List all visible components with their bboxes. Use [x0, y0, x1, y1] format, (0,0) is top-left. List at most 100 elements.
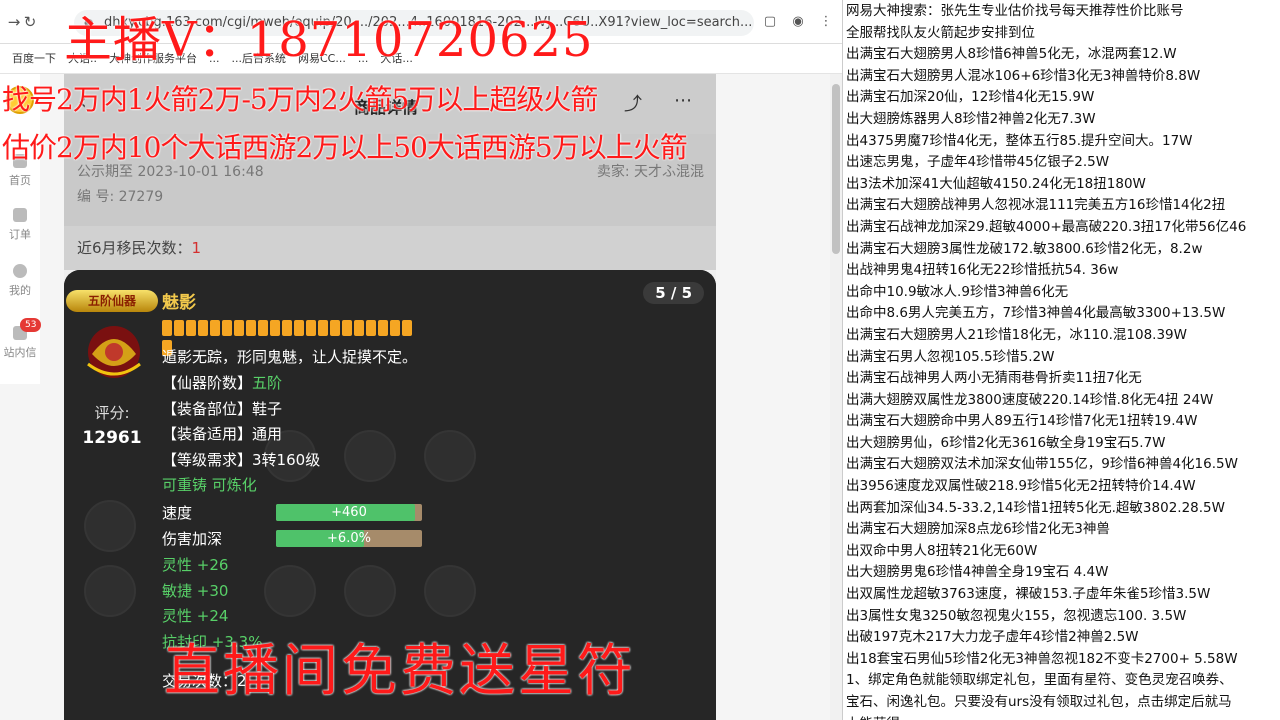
attribute-line: 【装备部位】鞋子: [162, 398, 282, 419]
attribute-key: 【装备适用】: [162, 425, 253, 443]
star-icon: [282, 320, 292, 336]
star-icon: [174, 320, 184, 336]
note-line: 出满宝石大翅膀双法术加深女仙带155亿，9珍惜6神兽4化16.5W: [846, 456, 1238, 473]
overlay-find-account: 找号2万内1火箭2万-5万内2火箭5万以上超级火箭: [2, 83, 598, 116]
attribute-value: 鞋子: [252, 399, 283, 418]
fairy-tier-badge: 五阶仙器: [66, 290, 158, 312]
nav-messages-label: 站内信: [3, 346, 37, 359]
page-indicator: 5 / 5: [643, 282, 704, 304]
star-rating: [162, 320, 422, 356]
nav-orders[interactable]: 订单: [0, 208, 40, 242]
note-line: 出18套宝石男仙5珍惜2化无3神兽忽视182不变卡2700+ 5.58W: [846, 650, 1238, 667]
attribute-key: 【仙器阶数】: [162, 374, 253, 392]
note-line: 出满宝石男人忽视105.5珍惜5.2W: [846, 348, 1055, 365]
attribute-value: 通用: [252, 425, 283, 443]
bonus-attribute: 敏捷 +30: [162, 581, 229, 600]
star-icon: [318, 320, 328, 336]
equip-slot: [84, 565, 136, 617]
item-description: 遁影无踪，形同鬼魅，让人捉摸不定。: [162, 348, 418, 366]
star-icon: [198, 320, 208, 336]
attribute-key: 【等级需求】: [162, 450, 253, 469]
recast-text: 可重铸 可炼化: [162, 476, 257, 494]
stat-label: 速度: [162, 504, 193, 522]
overlay-valuation: 估价2万内10个大话西游2万以上50大话西游5万以上火箭: [2, 131, 688, 164]
score-label: 评分:: [94, 404, 130, 422]
star-icon: [366, 320, 376, 336]
reload-icon[interactable]: ↻: [22, 14, 38, 30]
equip-slot: [344, 565, 396, 617]
note-line: 出满宝石大翅膀命中男人89五行14珍惜7化无1扭转19.4W: [846, 413, 1198, 430]
notes-panel: 网易大神搜索：张先生专业估价找号每天推荐性价比账号 全服帮找队友火箭起步安排到位出…: [842, 0, 1280, 720]
menu-icon[interactable]: ⋮: [818, 14, 834, 30]
stat-value: +460: [331, 505, 367, 520]
attribute-line: 【装备适用】通用: [162, 423, 282, 444]
note-line: 出大翅膀炼器男人8珍惜2神兽2化无7.3W: [846, 110, 1096, 127]
star-icon: [210, 320, 220, 336]
stat-bar: +6.0%: [276, 530, 422, 547]
note-line: 出4375男魔7珍惜4化无，整体五行85.提升空间大。17W: [846, 132, 1193, 149]
note-line: 宝石、闲逸礼包。只要没有urs没有领取过礼包，点击绑定后就马: [846, 694, 1232, 710]
note-line: 出3法术加深41大仙超敏4150.24化无18扭180W: [846, 175, 1146, 192]
note-line: 出满宝石战神男人两小无猜雨巷骨折卖11扭7化无: [846, 370, 1142, 387]
migration-label: 近6月移民次数：: [77, 239, 192, 257]
note-line: 出破197克木217大力龙子虚年4珍惜2神兽2.5W: [846, 629, 1139, 646]
score-value: 12961: [82, 428, 142, 448]
migration-row: 近6月移民次数：1: [64, 226, 716, 270]
equip-slot: [344, 430, 396, 482]
note-line: 出满宝石加深20仙，12珍惜4化无15.9W: [846, 89, 1095, 106]
share-icon[interactable]: ⤴: [624, 90, 642, 116]
note-line: 出两套加深仙34.5-33.2,14珍惜1扭转5化无.超敏3802.28.5W: [846, 499, 1225, 516]
note-line: 出满宝石战神龙加深29.超敏4000+最高破220.3扭17化带56亿46: [846, 218, 1247, 235]
note-line: 出双属性龙超敏3763速度，裸破153.子虚年朱雀5珍惜3.5W: [846, 586, 1211, 603]
note-line: 出双命中男人8扭转21化无60W: [846, 542, 1038, 559]
tab-search-icon[interactable]: ▢: [762, 14, 778, 30]
attribute-line: 【等级需求】3转160级: [162, 449, 320, 470]
scrollbar-thumb[interactable]: [832, 84, 840, 254]
star-icon: [342, 320, 352, 336]
star-icon: [186, 320, 196, 336]
note-line: 全服帮找队友火箭起步安排到位: [846, 24, 1035, 41]
note-line: 出满宝石大翅膀3属性龙破172.敏3800.6珍惜2化无，8.2w: [846, 240, 1203, 257]
star-icon: [258, 320, 268, 336]
star-icon: [162, 320, 172, 336]
nav-mine-label: 我的: [9, 284, 31, 297]
nav-orders-label: 订单: [9, 228, 31, 241]
product-page: ‹ 商品详情 ⤴ ⋯ 公示期至 2023-10-01 16:48 卖家: 天才ふ…: [64, 74, 716, 720]
note-line: 出满宝石大翅膀男人混冰106+6珍惜3化无3神兽特价8.8W: [846, 67, 1201, 84]
star-icon: [390, 320, 400, 336]
note-line: 网易大神搜索：张先生专业估价找号每天推荐性价比账号: [846, 3, 1184, 19]
note-line: 出满大翅膀双属性龙3800速度破220.14珍惜.8化无4扭 24W: [846, 391, 1214, 408]
note-line: 出战神男鬼4扭转16化无22珍惜抵抗54. 36w: [846, 262, 1119, 279]
shoe-item-icon: [82, 320, 146, 384]
star-icon: [306, 320, 316, 336]
note-line: 出满宝石大翅膀男人8珍惜6神兽5化无，冰混两套12.W: [846, 46, 1177, 63]
note-line: 出满宝石大翅膀男人21珍惜18化无，冰110.混108.39W: [846, 326, 1187, 343]
forward-icon[interactable]: →: [6, 14, 22, 30]
star-icon: [246, 320, 256, 336]
note-line: 出满宝石大翅膀加深8点龙6珍惜2化无3神兽: [846, 521, 1110, 538]
star-icon: [234, 320, 244, 336]
note-line: 出大翅膀男仙，6珍惜2化无3616敏全身19宝石5.7W: [846, 434, 1166, 451]
star-icon: [222, 320, 232, 336]
note-line: 出3956速度龙双属性破218.9珍惜5化无2扭转特价14.4W: [846, 478, 1196, 495]
screen: → ↻ ● dhxy.cbg.163.com/cgi/mweb/equip/20…: [0, 0, 1280, 720]
more-icon[interactable]: ⋯: [674, 90, 692, 111]
orders-icon: [13, 208, 27, 222]
notes-list: 网易大神搜索：张先生专业估价找号每天推荐性价比账号 全服帮找队友火箭起步安排到位出…: [843, 0, 1280, 720]
note-line: 1、绑定角色就能领取绑定礼包，里面有星符、变色灵宠召唤券、: [846, 672, 1233, 689]
migration-count: 1: [191, 239, 202, 257]
note-line: 出命中8.6男人完美五方，7珍惜3神兽4化最高敏3300+13.5W: [846, 305, 1226, 322]
note-line: 上能获得: [846, 714, 1280, 720]
nav-mine[interactable]: 我的: [0, 264, 40, 298]
note-line: 出命中10.9敏冰人.9珍惜3神兽6化无: [846, 283, 1069, 300]
nav-messages[interactable]: 53 站内信: [0, 318, 42, 360]
browser-window: → ↻ ● dhxy.cbg.163.com/cgi/mweb/equip/20…: [0, 0, 842, 720]
page-scrollbar[interactable]: [830, 74, 842, 720]
equip-slot: [424, 430, 476, 482]
attribute-value: 3转160级: [252, 450, 321, 469]
equip-slot: [424, 565, 476, 617]
equip-slot: [84, 500, 136, 552]
note-line: 出大翅膀男鬼6珍惜4神兽全身19宝石 4.4W: [846, 564, 1109, 581]
bookmark-item[interactable]: 百度一下: [12, 44, 56, 73]
profile-icon[interactable]: ◉: [790, 14, 806, 30]
